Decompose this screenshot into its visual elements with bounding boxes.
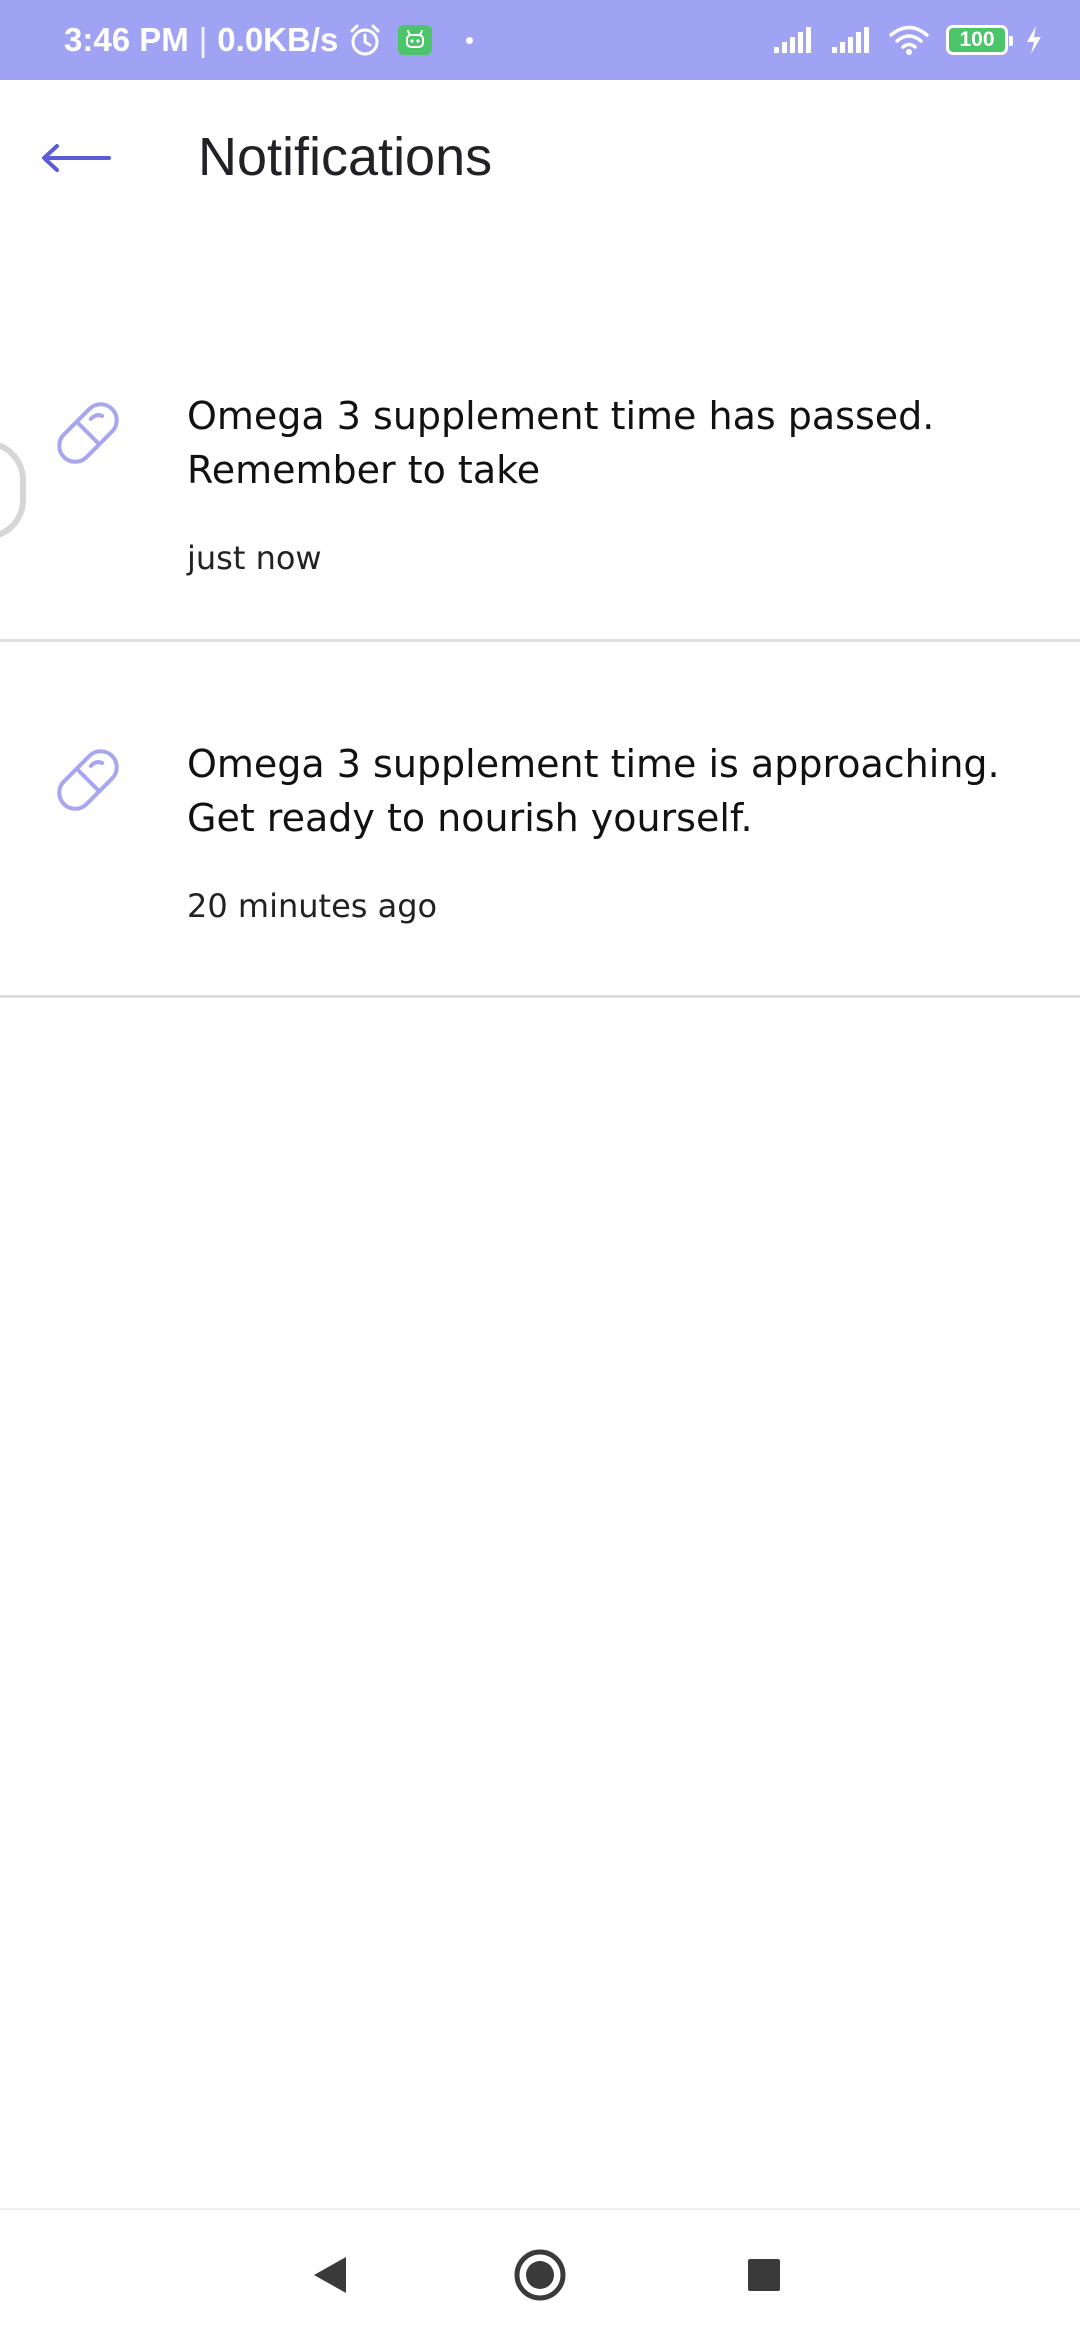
status-time: 3:46 PM <box>64 21 189 58</box>
status-separator: | <box>198 21 208 58</box>
network-speed: 0.0KB/s <box>217 21 339 58</box>
system-nav-bar <box>0 2208 1080 2340</box>
notification-message: Omega 3 supplement time has passed. Reme… <box>187 394 935 492</box>
signal-icon <box>830 25 872 55</box>
notification-dot <box>466 36 474 44</box>
back-button[interactable] <box>40 130 112 190</box>
notification-list: Omega 3 supplement time has passed. Reme… <box>0 346 1080 998</box>
pill-icon <box>48 393 128 473</box>
notification-item[interactable]: Omega 3 supplement time has passed. Reme… <box>0 346 1080 642</box>
home-circle-icon[interactable] <box>500 2238 580 2312</box>
notification-time: 20 minutes ago <box>187 887 438 925</box>
signal-icon <box>772 25 814 55</box>
battery-icon: 100 <box>946 25 1013 55</box>
pill-icon <box>48 740 128 820</box>
page-title: Notifications <box>198 127 493 187</box>
back-triangle-icon[interactable] <box>290 2240 370 2310</box>
wifi-icon <box>888 24 930 56</box>
status-right: 100 <box>772 24 1044 56</box>
notification-message: Omega 3 supplement time is approaching. … <box>187 742 1000 840</box>
notification-item[interactable]: Omega 3 supplement time is approaching. … <box>0 642 1080 998</box>
status-bar: 3:46 PM | 0.0KB/s 100 <box>0 0 1080 80</box>
charging-icon <box>1024 25 1044 55</box>
recents-square-icon[interactable] <box>724 2240 804 2310</box>
status-left: 3:46 PM | 0.0KB/s <box>64 21 474 59</box>
robot-badge-icon <box>398 25 433 55</box>
app-bar: Notifications <box>0 80 1080 240</box>
battery-level: 100 <box>959 28 995 51</box>
notification-time: just now <box>187 539 322 577</box>
alarm-icon <box>348 23 382 57</box>
arrow-left-icon <box>41 143 111 178</box>
